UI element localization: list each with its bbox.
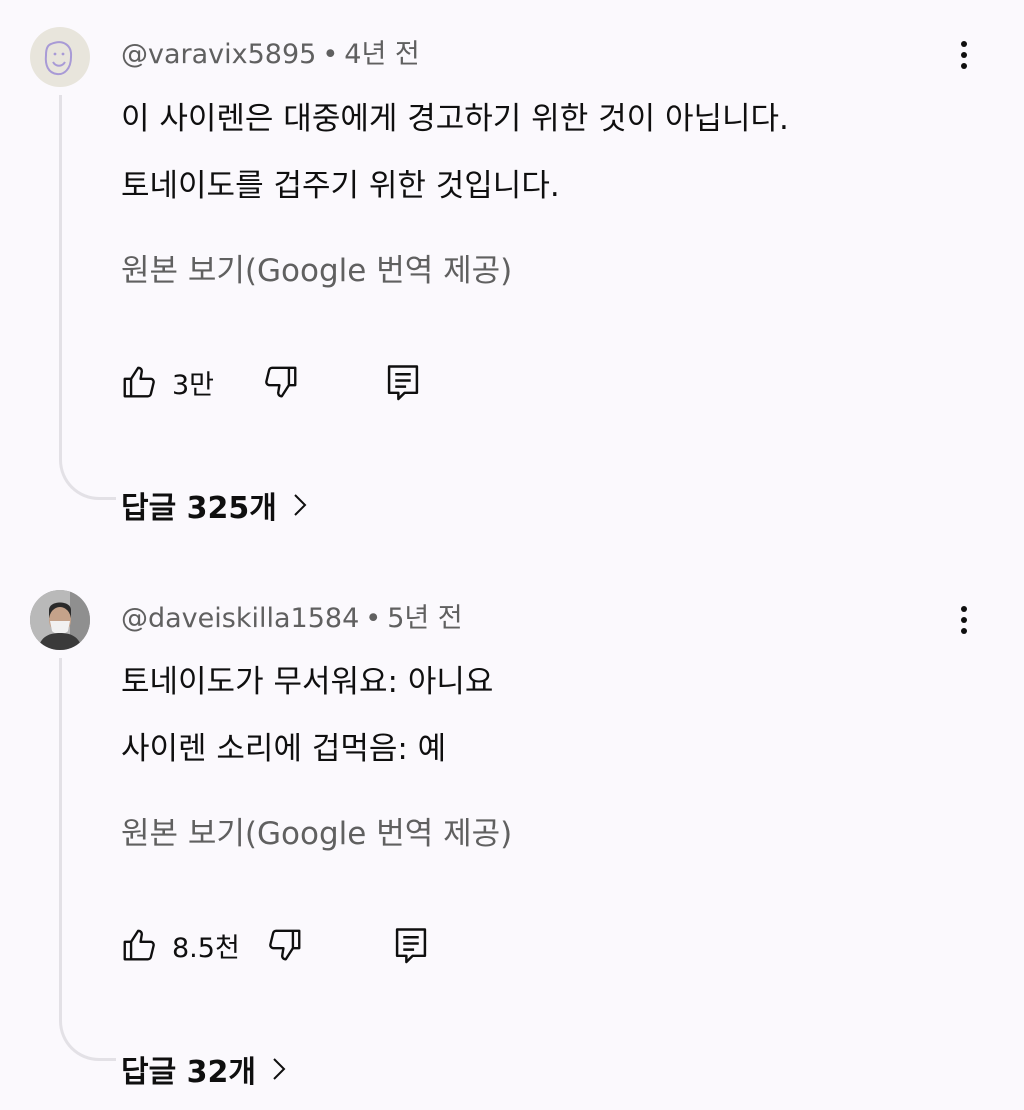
like-count: 8.5천 bbox=[172, 932, 240, 964]
reply-comment-icon bbox=[387, 365, 419, 401]
thumbs-down-icon bbox=[269, 929, 301, 961]
more-vertical-icon[interactable] bbox=[950, 600, 978, 640]
view-replies-button[interactable]: 답글 325개 bbox=[121, 483, 307, 527]
meta-separator: • bbox=[365, 603, 382, 634]
view-original-link[interactable]: 원본 보기(Google 번역 제공) bbox=[121, 808, 512, 853]
replies-count-label: 답글 325개 bbox=[121, 491, 277, 526]
comment-text-line-2: 사이렌 소리에 겁먹음: 예 bbox=[121, 731, 447, 767]
like-button[interactable]: 8.5천 bbox=[120, 925, 240, 965]
dislike-button[interactable] bbox=[262, 362, 300, 402]
comment-text-line-1: 이 사이렌은 대중에게 경고하기 위한 것이 아닙니다. bbox=[121, 101, 789, 137]
comment-actions: 3만 bbox=[120, 362, 440, 402]
person-photo-avatar-icon bbox=[30, 590, 90, 650]
comment-text-line-2: 토네이도를 겁주기 위한 것입니다. bbox=[121, 168, 560, 204]
thumbs-down-icon bbox=[265, 366, 297, 398]
comment-text-line-1: 토네이도가 무서워요: 아니요 bbox=[121, 664, 494, 700]
thread-line bbox=[59, 658, 116, 1061]
meta-separator: • bbox=[322, 39, 339, 70]
smiley-doodle-avatar-icon bbox=[44, 41, 73, 76]
chevron-right-icon bbox=[273, 1058, 286, 1080]
avatar[interactable] bbox=[30, 27, 90, 87]
thumbs-up-icon bbox=[123, 366, 155, 398]
more-vertical-icon[interactable] bbox=[950, 35, 978, 75]
comment-meta: @varavix5895 • 4년 전 bbox=[121, 32, 420, 71]
author-handle[interactable]: @varavix5895 bbox=[121, 39, 316, 70]
thread-line bbox=[59, 95, 116, 500]
avatar[interactable] bbox=[30, 590, 90, 650]
reply-button[interactable] bbox=[394, 925, 428, 965]
author-handle[interactable]: @daveiskilla1584 bbox=[121, 603, 359, 634]
thumbs-up-icon bbox=[123, 929, 155, 961]
chevron-right-icon bbox=[294, 494, 307, 516]
reply-comment-icon bbox=[395, 928, 427, 964]
comment-meta: @daveiskilla1584 • 5년 전 bbox=[121, 596, 463, 635]
view-original-link[interactable]: 원본 보기(Google 번역 제공) bbox=[121, 245, 512, 290]
comment-time[interactable]: 5년 전 bbox=[387, 603, 462, 634]
replies-count-label: 답글 32개 bbox=[121, 1055, 256, 1090]
comment-time[interactable]: 4년 전 bbox=[344, 39, 419, 70]
comment-actions: 8.5천 bbox=[120, 925, 440, 965]
like-count: 3만 bbox=[172, 369, 215, 401]
reply-button[interactable] bbox=[386, 362, 420, 402]
view-replies-button[interactable]: 답글 32개 bbox=[121, 1047, 286, 1091]
like-button[interactable]: 3만 bbox=[120, 362, 214, 402]
dislike-button[interactable] bbox=[266, 925, 304, 965]
